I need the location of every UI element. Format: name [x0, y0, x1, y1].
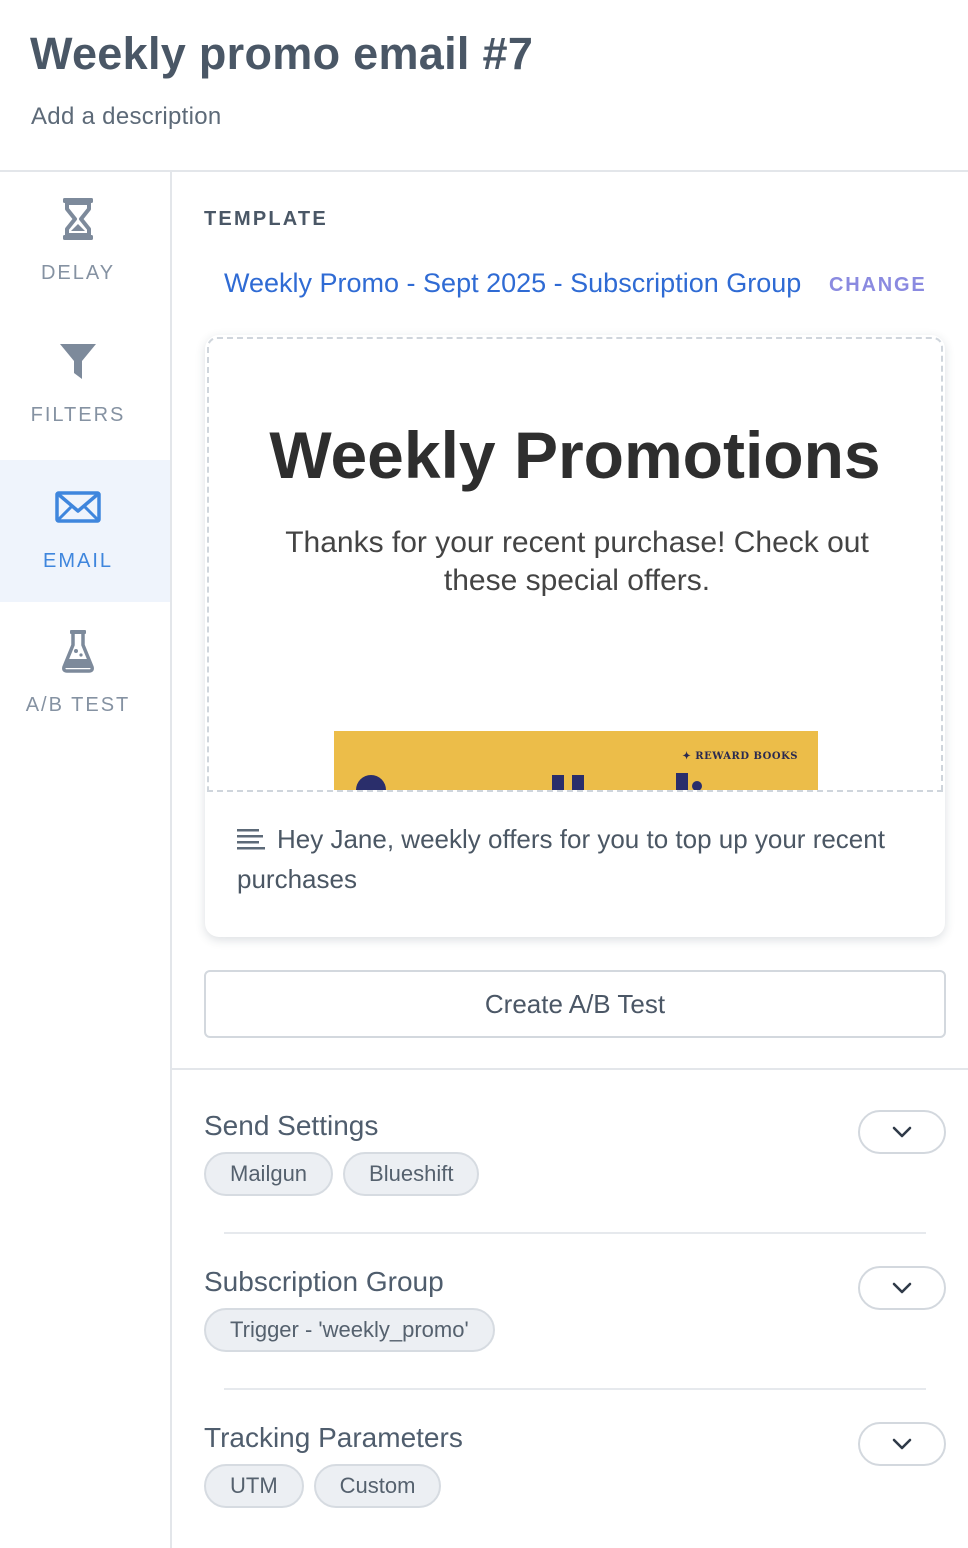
chevron-down-icon	[892, 1438, 912, 1450]
send-settings-group: Send Settings Mailgun Blueshift	[204, 1110, 946, 1220]
send-settings-chips: Mailgun Blueshift	[204, 1152, 480, 1196]
banner-shape	[572, 775, 584, 790]
text-lines-icon	[237, 821, 265, 850]
expand-tracking-parameters-button[interactable]	[858, 1422, 946, 1466]
email-body-text: Thanks for your recent purchase! Check o…	[285, 526, 869, 597]
description-field[interactable]: Add a description	[31, 103, 222, 131]
chip-utm: UTM	[204, 1464, 304, 1508]
subscription-group-group: Subscription Group Trigger - 'weekly_pro…	[204, 1266, 946, 1376]
email-preview[interactable]: Weekly Promotions Thanks for your recent…	[207, 337, 943, 792]
sidebar-item-label: FILTERS	[30, 404, 126, 426]
template-name-link[interactable]: Weekly Promo - Sept 2025 - Subscription …	[224, 268, 801, 299]
sidebar-item-email[interactable]: EMAIL	[0, 460, 170, 602]
create-ab-test-button[interactable]: Create A/B Test	[204, 970, 946, 1038]
tracking-parameters-group: Tracking Parameters UTM Custom	[204, 1422, 946, 1532]
sidebar-item-label: DELAY	[40, 262, 116, 284]
sidebar-item-label: A/B TEST	[25, 694, 131, 716]
expand-send-settings-button[interactable]	[858, 1110, 946, 1154]
hourglass-icon	[55, 196, 101, 242]
send-settings-title: Send Settings	[204, 1110, 379, 1141]
email-banner-image: ✦ REWARD BOOKS	[334, 731, 818, 790]
chevron-down-icon	[892, 1126, 912, 1138]
banner-shape	[356, 775, 386, 790]
subject-text: Hey Jane, weekly offers for you to top u…	[237, 824, 885, 894]
subscription-group-title: Subscription Group	[204, 1266, 444, 1297]
page-header: Weekly promo email #7 Add a description	[0, 0, 968, 172]
page-title[interactable]: Weekly promo email #7	[30, 28, 533, 80]
chip-mailgun: Mailgun	[204, 1152, 334, 1196]
email-heading: Weekly Promotions	[269, 418, 881, 492]
tracking-parameters-chips: UTM Custom	[204, 1464, 442, 1508]
change-template-button[interactable]: CHANGE	[829, 274, 926, 297]
flask-icon	[55, 628, 101, 674]
email-subject-line: Hey Jane, weekly offers for you to top u…	[237, 819, 897, 899]
sidebar-item-delay[interactable]: DELAY	[0, 172, 170, 314]
tracking-parameters-title: Tracking Parameters	[204, 1422, 463, 1453]
email-preview-card: Weekly Promotions Thanks for your recent…	[205, 335, 945, 937]
step-sidebar: DELAY FILTERS EMAIL A/B TEST	[0, 172, 172, 1548]
group-divider	[224, 1232, 926, 1234]
banner-shape	[692, 781, 702, 790]
envelope-icon	[55, 484, 101, 530]
sidebar-item-ab-test[interactable]: A/B TEST	[0, 604, 170, 746]
chip-blueshift: Blueshift	[343, 1152, 480, 1196]
filter-icon	[55, 338, 101, 384]
expand-subscription-group-button[interactable]	[858, 1266, 946, 1310]
group-divider	[224, 1388, 926, 1390]
chevron-down-icon	[892, 1282, 912, 1294]
chip-trigger: Trigger - 'weekly_promo'	[204, 1308, 495, 1352]
subscription-group-chips: Trigger - 'weekly_promo'	[204, 1308, 495, 1352]
banner-shape	[552, 775, 564, 790]
banner-brand: ✦ REWARD BOOKS	[682, 751, 798, 762]
chip-custom: Custom	[313, 1464, 442, 1508]
email-step-panel: TEMPLATE Weekly Promo - Sept 2025 - Subs…	[172, 172, 968, 1548]
template-section-label: TEMPLATE	[204, 208, 328, 230]
section-divider	[172, 1068, 968, 1070]
sidebar-item-label: EMAIL	[42, 550, 114, 572]
banner-shape	[676, 773, 688, 790]
sidebar-item-filters[interactable]: FILTERS	[0, 314, 170, 456]
